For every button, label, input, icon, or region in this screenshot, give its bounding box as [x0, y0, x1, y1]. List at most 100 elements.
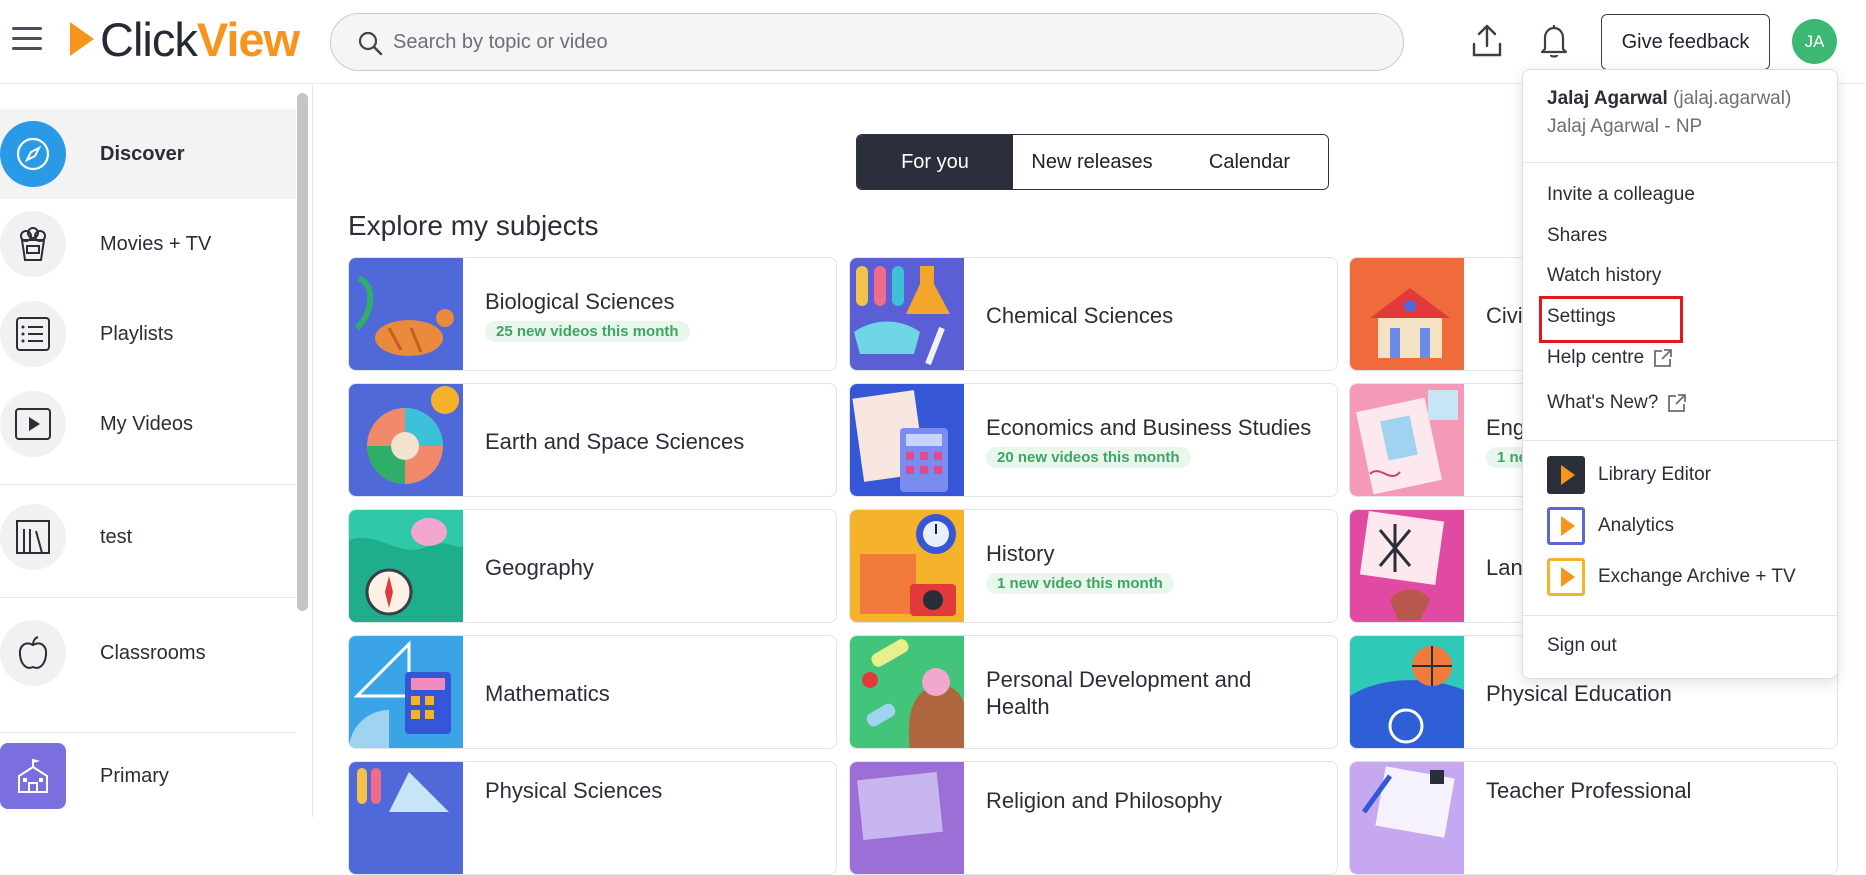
popcorn-icon	[0, 211, 66, 277]
section-title: Explore my subjects	[348, 210, 599, 241]
subject-name: Teacher Professional	[1486, 777, 1692, 803]
sidebar-divider	[0, 484, 296, 485]
give-feedback-button[interactable]: Give feedback	[1601, 14, 1770, 70]
menu-divider	[1523, 162, 1837, 163]
subject-card-geography[interactable]: Geography	[348, 509, 837, 623]
subject-name: Chemical Sciences	[986, 302, 1174, 328]
new-videos-badge: 25 new videos this month	[485, 321, 690, 342]
menu-item-shares[interactable]: Shares	[1547, 225, 1607, 247]
list-icon	[0, 301, 66, 367]
subject-name: Physical Education	[1486, 680, 1672, 706]
sidebar-item-classrooms[interactable]: Classrooms	[0, 608, 296, 698]
menu-app-analytics[interactable]: Analytics	[1547, 507, 1674, 545]
subject-thumbnail	[850, 762, 964, 874]
clickview-logo[interactable]: ClickView	[70, 12, 300, 66]
subject-thumbnail	[850, 636, 964, 748]
subject-thumbnail	[349, 510, 463, 622]
content-tabs: For you New releases Calendar	[856, 134, 1329, 190]
school-icon	[0, 743, 66, 809]
tab-calendar[interactable]: Calendar	[1171, 135, 1328, 189]
external-link-icon	[1654, 349, 1673, 367]
analytics-icon	[1547, 507, 1585, 545]
menu-item-help-centre[interactable]: Help centre	[1547, 347, 1674, 369]
subject-name: Economics and Business Studies	[986, 415, 1312, 440]
menu-app-label: Analytics	[1598, 515, 1675, 536]
menu-item-sign-out[interactable]: Sign out	[1547, 635, 1617, 657]
search-input[interactable]	[393, 24, 1373, 60]
subject-thumbnail	[1350, 384, 1464, 496]
subject-card-earth-space-sciences[interactable]: Earth and Space Sciences	[348, 383, 837, 497]
subject-card-teacher-professional[interactable]: Teacher Professional	[1349, 761, 1838, 875]
subject-name: Personal Development and Health	[986, 667, 1252, 719]
subject-name: Mathematics	[485, 680, 610, 706]
logo-text: ClickView	[100, 12, 300, 66]
subject-thumbnail	[1350, 636, 1464, 748]
user-dropdown-menu: Jalaj Agarwal (jalaj.agarwal) Jalaj Agar…	[1522, 69, 1838, 679]
bell-icon[interactable]	[1537, 22, 1571, 60]
hamburger-menu-icon[interactable]	[12, 27, 42, 51]
new-videos-badge: 20 new videos this month	[986, 447, 1191, 468]
subject-thumbnail	[1350, 510, 1464, 622]
search-bar[interactable]	[330, 13, 1404, 71]
apple-icon	[0, 620, 66, 686]
sidebar-item-label: Primary	[100, 764, 169, 787]
menu-item-watch-history[interactable]: Watch history	[1547, 265, 1661, 287]
subject-thumbnail	[850, 384, 964, 496]
tab-new-releases[interactable]: New releases	[1013, 135, 1171, 189]
menu-app-label: Library Editor	[1598, 464, 1711, 485]
subject-card-chemical-sciences[interactable]: Chemical Sciences	[849, 257, 1338, 371]
sidebar-item-my-videos[interactable]: My Videos	[0, 379, 296, 469]
library-editor-icon	[1547, 456, 1585, 494]
menu-item-settings[interactable]: Settings	[1547, 306, 1616, 328]
subject-card-mathematics[interactable]: Mathematics	[348, 635, 837, 749]
subject-thumbnail	[850, 258, 964, 370]
sidebar-item-test[interactable]: test	[0, 492, 296, 582]
subject-name: History	[986, 541, 1055, 566]
user-avatar[interactable]: JA	[1792, 19, 1837, 64]
subject-card-personal-development-health[interactable]: Personal Development and Health	[849, 635, 1338, 749]
menu-app-exchange-archive-tv[interactable]: Exchange Archive + TV	[1547, 558, 1796, 596]
tab-for-you[interactable]: For you	[857, 135, 1013, 189]
menu-item-label: What's New?	[1547, 392, 1659, 413]
upload-icon[interactable]	[1470, 22, 1504, 60]
subject-thumbnail	[349, 384, 463, 496]
subject-name: Biological Sciences	[485, 289, 675, 314]
sidebar-item-label: Playlists	[100, 322, 174, 345]
sidebar-item-movies-tv[interactable]: Movies + TV	[0, 199, 296, 289]
exchange-archive-icon	[1547, 558, 1585, 596]
sidebar-item-label: Discover	[100, 142, 185, 165]
subject-card-religion-philosophy[interactable]: Religion and Philosophy	[849, 761, 1338, 875]
logo-play-icon	[70, 22, 94, 56]
sidebar-item-label: My Videos	[100, 412, 194, 435]
subject-name: Earth and Space Sciences	[485, 428, 745, 454]
sidebar-item-label: test	[100, 525, 133, 548]
menu-app-library-editor[interactable]: Library Editor	[1547, 456, 1711, 494]
subject-name: Religion and Philosophy	[986, 787, 1223, 813]
subject-card-biological-sciences[interactable]: Biological Sciences 25 new videos this m…	[348, 257, 837, 371]
new-videos-badge: 1 new video this month	[986, 573, 1174, 594]
subject-card-history[interactable]: History 1 new video this month	[849, 509, 1338, 623]
subject-name: Physical Sciences	[485, 777, 663, 803]
subject-card-physical-sciences[interactable]: Physical Sciences	[348, 761, 837, 875]
sidebar-divider	[0, 597, 296, 598]
books-icon	[0, 504, 66, 570]
menu-item-whats-new[interactable]: What's New?	[1547, 392, 1688, 414]
compass-icon	[0, 121, 66, 187]
sidebar-item-label: Classrooms	[100, 641, 206, 664]
sidebar-item-primary[interactable]: Primary	[0, 731, 296, 821]
menu-user-info: Jalaj Agarwal (jalaj.agarwal) Jalaj Agar…	[1547, 88, 1791, 138]
subject-thumbnail	[1350, 762, 1464, 874]
subject-thumbnail	[349, 636, 463, 748]
sidebar-item-discover[interactable]: Discover	[0, 109, 296, 199]
search-icon	[358, 31, 383, 56]
user-username: (jalaj.agarwal)	[1673, 88, 1792, 109]
menu-item-label: Help centre	[1547, 347, 1645, 368]
menu-item-invite-colleague[interactable]: Invite a colleague	[1547, 184, 1695, 206]
subject-card-economics-business[interactable]: Economics and Business Studies 20 new vi…	[849, 383, 1338, 497]
menu-divider	[1523, 615, 1837, 616]
subject-thumbnail	[349, 762, 463, 874]
sidebar-item-playlists[interactable]: Playlists	[0, 289, 296, 379]
subject-name: Geography	[485, 554, 594, 580]
external-link-icon	[1668, 394, 1687, 412]
sidebar-scrollbar[interactable]	[297, 93, 308, 611]
